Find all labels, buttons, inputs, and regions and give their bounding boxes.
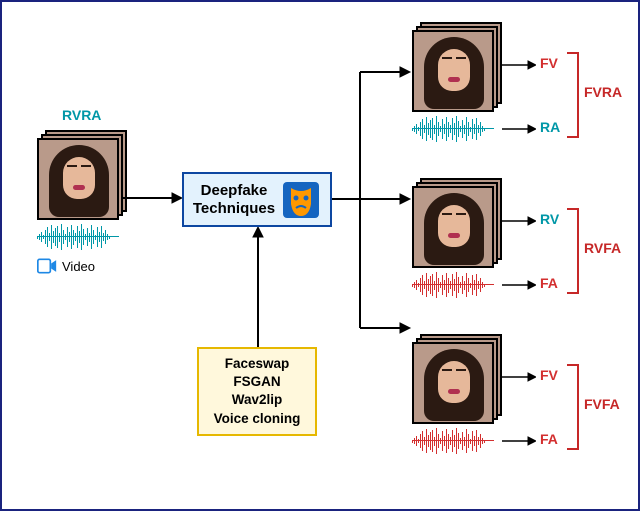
- arrow-input-to-deepfake: [122, 188, 182, 208]
- branch-arrows: [332, 42, 412, 362]
- output2-combo-label: RVFA: [584, 240, 621, 256]
- arrow-out3-audio: [502, 434, 536, 448]
- arrow-out1-audio: [502, 122, 536, 136]
- output2-waveform: [412, 272, 494, 298]
- arrow-out3-video: [502, 370, 536, 384]
- output3-waveform: [412, 428, 494, 454]
- output1-video-stack: [412, 22, 502, 112]
- arrow-out2-video: [502, 214, 536, 228]
- output1-combo-label: FVRA: [584, 84, 622, 100]
- mask-icon: [281, 180, 321, 220]
- input-waveform: [37, 224, 119, 250]
- method-line: Faceswap: [205, 355, 309, 373]
- arrow-methods-to-deepfake: [248, 227, 268, 347]
- output2-audio-label: FA: [540, 275, 558, 291]
- deepfake-block: Deepfake Techniques: [182, 172, 332, 227]
- output2-bracket: [567, 208, 579, 294]
- output1-video-label: FV: [540, 55, 558, 71]
- output1-audio-label: RA: [540, 119, 560, 135]
- output1-bracket: [567, 52, 579, 138]
- input-label: RVRA: [62, 107, 101, 123]
- arrow-out2-audio: [502, 278, 536, 292]
- output2-video-stack: [412, 178, 502, 268]
- output3-combo-label: FVFA: [584, 396, 620, 412]
- video-caption: Video: [37, 258, 95, 274]
- methods-block: Faceswap FSGAN Wav2lip Voice cloning: [197, 347, 317, 436]
- video-icon: [37, 258, 57, 274]
- deepfake-title: Deepfake Techniques: [193, 182, 275, 217]
- diagram-canvas: RVRA Video Deepfake Techniques: [0, 0, 640, 511]
- method-line: FSGAN: [205, 373, 309, 391]
- output3-audio-label: FA: [540, 431, 558, 447]
- input-video-stack: [37, 130, 127, 220]
- video-caption-text: Video: [62, 259, 95, 274]
- method-line: Voice cloning: [205, 410, 309, 428]
- output3-bracket: [567, 364, 579, 450]
- arrow-out1-video: [502, 58, 536, 72]
- output2-video-label: RV: [540, 211, 559, 227]
- deepfake-title-line2: Techniques: [193, 200, 275, 217]
- output3-video-stack: [412, 334, 502, 424]
- method-line: Wav2lip: [205, 391, 309, 409]
- output3-video-label: FV: [540, 367, 558, 383]
- deepfake-title-line1: Deepfake: [193, 182, 275, 199]
- output1-waveform: [412, 116, 494, 142]
